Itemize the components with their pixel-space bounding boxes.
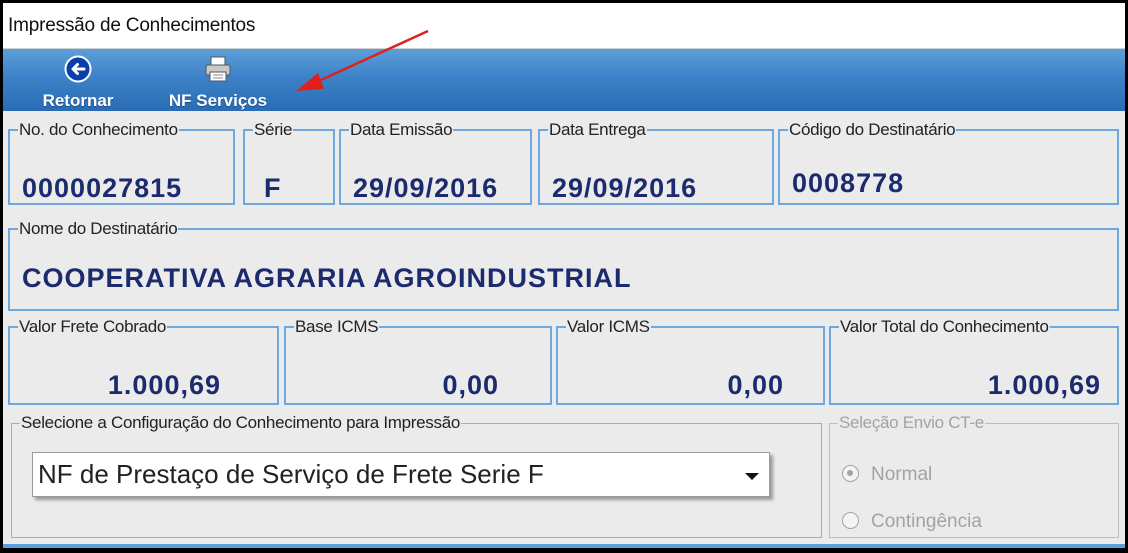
toolbar: Retornar NF Serviços	[3, 29, 1125, 111]
radio-contingencia-label: Contingência	[871, 511, 982, 532]
radio-normal-label: Normal	[871, 464, 933, 485]
app-window: Impressão de Conhecimentos Retornar NF S…	[3, 3, 1125, 548]
title-bar: Impressão de Conhecimentos	[3, 3, 1125, 49]
back-arrow-circle-icon	[64, 55, 92, 83]
serie-label: Série	[254, 120, 293, 139]
serie-value: F	[264, 173, 282, 203]
valor-total-label: Valor Total do Conhecimento	[840, 317, 1049, 336]
bottom-strip	[3, 544, 1125, 548]
envio-label: Seleção Envio CT-e	[839, 413, 984, 432]
nf-servicos-button[interactable]: NF Serviços	[153, 53, 283, 110]
data-emissao-label: Data Emissão	[350, 120, 453, 139]
valor-icms-group: Valor ICMS 0,00	[556, 318, 825, 405]
valor-icms-value: 0,00	[727, 370, 784, 400]
data-entrega-label: Data Entrega	[549, 120, 646, 139]
nome-destinatario-label: Nome do Destinatário	[19, 219, 178, 238]
data-entrega-group: Data Entrega 29/09/2016	[538, 121, 774, 205]
valor-total-value: 1.000,69	[987, 370, 1101, 400]
window-title: Impressão de Conhecimentos	[8, 15, 256, 36]
nf-servicos-label: NF Serviços	[168, 91, 268, 110]
serie-group: Série F	[243, 121, 335, 205]
radio-contingencia-indicator[interactable]	[842, 512, 859, 529]
valor-frete-value: 1.000,69	[107, 370, 221, 400]
radio-normal-indicator[interactable]	[842, 465, 859, 482]
nome-destinatario-group: Nome do Destinatário COOPERATIVA AGRARIA…	[8, 220, 1119, 311]
nome-destinatario-value: COOPERATIVA AGRARIA AGROINDUSTRIAL	[22, 263, 632, 293]
codigo-destinatario-label: Código do Destinatário	[789, 120, 956, 139]
conhecimento-value: 0000027815	[22, 173, 183, 203]
config-selected-value: NF de Prestaço de Serviço de Frete Serie…	[38, 459, 544, 489]
data-entrega-value: 29/09/2016	[552, 173, 698, 203]
conhecimento-label: No. do Conhecimento	[19, 120, 178, 139]
form-panel: No. do Conhecimento 0000027815 Série F D…	[8, 113, 1120, 541]
valor-total-group: Valor Total do Conhecimento 1.000,69	[829, 318, 1119, 405]
codigo-destinatario-value: 0008778	[792, 168, 905, 198]
printer-icon	[205, 56, 231, 82]
base-icms-group: Base ICMS 0,00	[284, 318, 552, 405]
base-icms-value: 0,00	[442, 370, 499, 400]
return-button[interactable]: Retornar	[23, 53, 133, 110]
valor-frete-group: Valor Frete Cobrado 1.000,69	[8, 318, 279, 405]
config-group: Selecione a Configuração do Conhecimento…	[11, 414, 822, 538]
codigo-destinatario-group: Código do Destinatário 0008778	[778, 121, 1119, 205]
valor-frete-label: Valor Frete Cobrado	[19, 317, 167, 336]
config-label: Selecione a Configuração do Conhecimento…	[21, 413, 460, 432]
data-emissao-group: Data Emissão 29/09/2016	[339, 121, 532, 205]
envio-group: Seleção Envio CT-e Normal Contingência	[829, 414, 1119, 538]
config-select[interactable]: NF de Prestaço de Serviço de Frete Serie…	[32, 452, 770, 497]
base-icms-label: Base ICMS	[295, 317, 379, 336]
annotation-arrow	[296, 29, 429, 91]
conhecimento-group: No. do Conhecimento 0000027815	[8, 121, 235, 205]
return-label: Retornar	[42, 91, 114, 110]
data-emissao-value: 29/09/2016	[353, 173, 499, 203]
valor-icms-label: Valor ICMS	[567, 317, 650, 336]
chevron-down-icon[interactable]	[745, 473, 759, 480]
